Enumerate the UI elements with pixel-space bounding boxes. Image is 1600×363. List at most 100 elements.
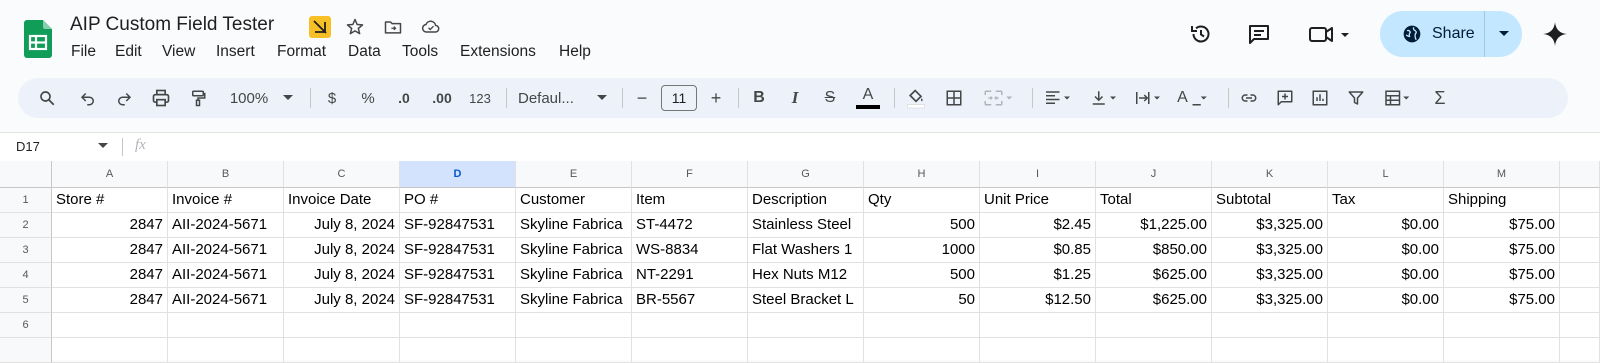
column-header-j[interactable]: J	[1096, 161, 1212, 188]
table-cell[interactable]: Steel Bracket L	[748, 288, 864, 313]
header-cell[interactable]: Description	[748, 188, 864, 213]
row-header[interactable]	[0, 338, 52, 363]
row-header[interactable]: 3	[0, 238, 52, 263]
table-cell[interactable]: Skyline Fabrica	[516, 288, 632, 313]
table-cell[interactable]: $2.45	[980, 213, 1096, 238]
paint-format-icon[interactable]	[184, 82, 212, 114]
row-header[interactable]: 1	[0, 188, 52, 213]
table-cell[interactable]	[748, 313, 864, 338]
table-cell[interactable]: $3,325.00	[1212, 213, 1328, 238]
menu-edit[interactable]: Edit	[115, 43, 142, 61]
table-cell[interactable]: BR-5567	[632, 288, 748, 313]
table-cell[interactable]	[864, 338, 980, 363]
column-header-l[interactable]: L	[1328, 161, 1444, 188]
table-cell[interactable]	[284, 338, 400, 363]
header-cell[interactable]: Qty	[864, 188, 980, 213]
table-cell[interactable]: AII-2024-5671	[168, 238, 284, 263]
row-header[interactable]: 2	[0, 213, 52, 238]
menu-extensions[interactable]: Extensions	[460, 43, 536, 61]
sheets-logo-icon[interactable]	[24, 20, 52, 58]
comments-icon[interactable]	[1242, 17, 1276, 51]
table-cell[interactable]	[1444, 313, 1560, 338]
table-cell[interactable]	[1096, 338, 1212, 363]
table-cell[interactable]: $75.00	[1444, 288, 1560, 313]
table-cell[interactable]: 2847	[52, 213, 168, 238]
table-cell[interactable]	[748, 338, 864, 363]
table-cell[interactable]	[516, 313, 632, 338]
document-title[interactable]: AIP Custom Field Tester	[70, 14, 274, 36]
table-cell[interactable]	[1560, 238, 1600, 263]
vertical-align-icon[interactable]	[1084, 82, 1124, 114]
horizontal-align-icon[interactable]	[1038, 82, 1078, 114]
table-cell[interactable]	[1560, 188, 1600, 213]
menu-file[interactable]: File	[71, 43, 96, 61]
column-header-a[interactable]: A	[52, 161, 168, 188]
table-cell[interactable]: 500	[864, 213, 980, 238]
create-filter-icon[interactable]	[1342, 82, 1370, 114]
column-header-g[interactable]: G	[748, 161, 864, 188]
row-header[interactable]: 5	[0, 288, 52, 313]
filter-views-icon[interactable]	[1376, 82, 1420, 114]
column-header-b[interactable]: B	[168, 161, 284, 188]
table-cell[interactable]: $3,325.00	[1212, 263, 1328, 288]
table-cell[interactable]: July 8, 2024	[284, 238, 400, 263]
decrease-font-size-button[interactable]: −	[630, 82, 654, 114]
table-cell[interactable]: $3,325.00	[1212, 238, 1328, 263]
table-cell[interactable]	[1560, 213, 1600, 238]
table-cell[interactable]	[1096, 313, 1212, 338]
table-cell[interactable]	[284, 313, 400, 338]
header-cell[interactable]: Total	[1096, 188, 1212, 213]
menu-help[interactable]: Help	[559, 43, 591, 61]
table-cell[interactable]	[52, 338, 168, 363]
header-cell[interactable]: PO #	[400, 188, 516, 213]
column-header-c[interactable]: C	[284, 161, 400, 188]
zoom-value[interactable]: 100%	[224, 82, 274, 114]
strikethrough-button[interactable]: S	[818, 82, 842, 114]
table-cell[interactable]: $1,225.00	[1096, 213, 1212, 238]
menu-format[interactable]: Format	[277, 43, 326, 61]
header-cell[interactable]: Store #	[52, 188, 168, 213]
share-button[interactable]: Share	[1380, 11, 1522, 57]
table-cell[interactable]: $75.00	[1444, 238, 1560, 263]
table-cell[interactable]: NT-2291	[632, 263, 748, 288]
star-icon[interactable]	[344, 16, 366, 38]
table-cell[interactable]	[168, 313, 284, 338]
table-cell[interactable]: $850.00	[1096, 238, 1212, 263]
share-main-button[interactable]: Share	[1380, 11, 1484, 57]
column-header-i[interactable]: I	[980, 161, 1096, 188]
table-cell[interactable]: $12.50	[980, 288, 1096, 313]
table-cell[interactable]: $3,325.00	[1212, 288, 1328, 313]
table-cell[interactable]: 500	[864, 263, 980, 288]
name-box[interactable]: D17	[16, 139, 40, 154]
table-cell[interactable]: SF-92847531	[400, 238, 516, 263]
table-cell[interactable]	[980, 313, 1096, 338]
move-folder-icon[interactable]	[382, 16, 404, 38]
table-cell[interactable]: AII-2024-5671	[168, 213, 284, 238]
row-header[interactable]: 6	[0, 313, 52, 338]
table-cell[interactable]: 2847	[52, 288, 168, 313]
table-cell[interactable]: SF-92847531	[400, 288, 516, 313]
table-cell[interactable]: $0.00	[1328, 213, 1444, 238]
font-family-select[interactable]: Defaul...	[518, 82, 598, 114]
column-header-e[interactable]: E	[516, 161, 632, 188]
formula-input[interactable]	[165, 138, 1565, 156]
share-options-dropdown[interactable]	[1485, 11, 1522, 57]
table-cell[interactable]	[1212, 338, 1328, 363]
column-header-partial[interactable]	[1560, 161, 1600, 188]
header-cell[interactable]: Tax	[1328, 188, 1444, 213]
table-cell[interactable]: $0.00	[1328, 238, 1444, 263]
table-cell[interactable]	[980, 338, 1096, 363]
meet-call-button[interactable]	[1303, 17, 1355, 51]
zoom-dropdown-icon[interactable]	[280, 82, 296, 114]
table-cell[interactable]	[1560, 338, 1600, 363]
header-cell[interactable]: Invoice Date	[284, 188, 400, 213]
table-cell[interactable]: $0.00	[1328, 263, 1444, 288]
row-header[interactable]: 4	[0, 263, 52, 288]
menu-data[interactable]: Data	[348, 43, 381, 61]
merge-cells-icon[interactable]	[976, 82, 1020, 114]
table-cell[interactable]: July 8, 2024	[284, 263, 400, 288]
table-cell[interactable]: $625.00	[1096, 288, 1212, 313]
header-cell[interactable]: Item	[632, 188, 748, 213]
menu-tools[interactable]: Tools	[402, 43, 438, 61]
table-cell[interactable]	[400, 313, 516, 338]
